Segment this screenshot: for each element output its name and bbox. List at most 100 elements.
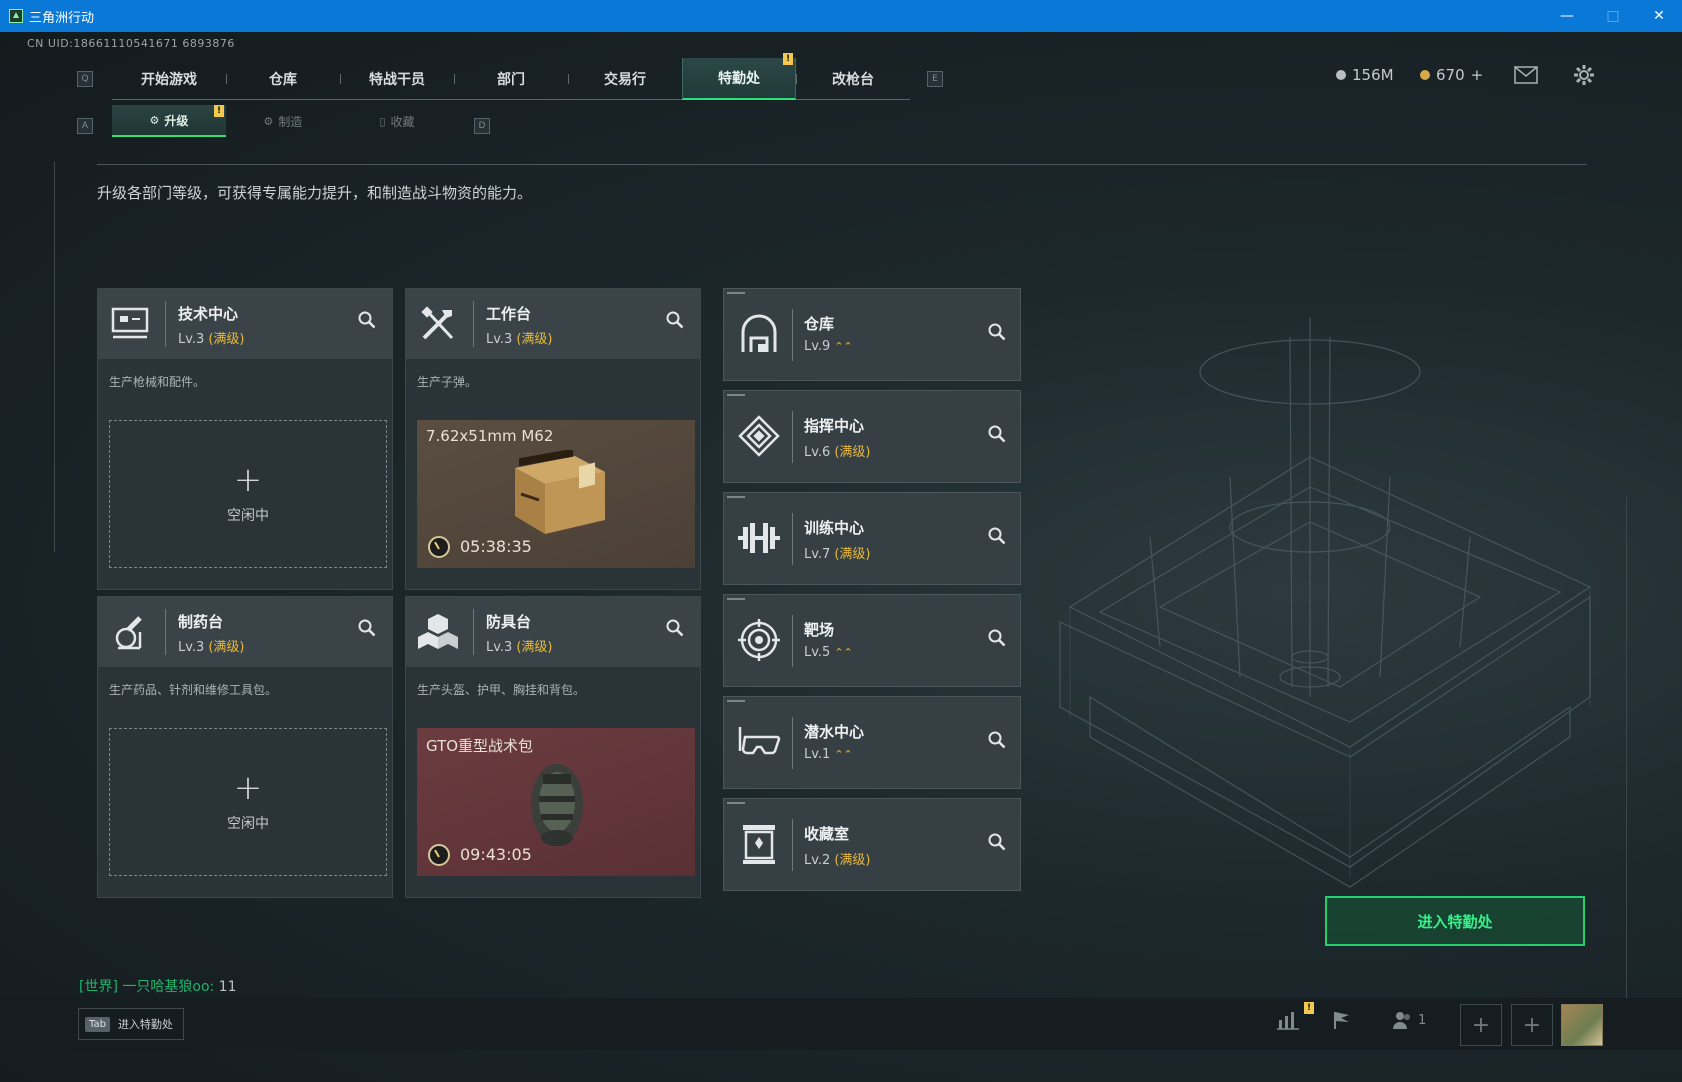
station-description: 生产药品、针剂和维修工具包。 — [109, 683, 278, 697]
chat-message: 11 — [214, 979, 237, 995]
dept-name: 收藏室 — [804, 825, 850, 843]
max-level-tag: (满级) — [208, 640, 245, 655]
idle-slot[interactable]: + 空闲中 — [109, 728, 387, 876]
friends-indicator[interactable]: 1 — [1392, 1010, 1426, 1030]
tab-key: Tab — [85, 1016, 110, 1032]
search-icon[interactable] — [666, 619, 684, 641]
dept-training-center[interactable]: 训练中心 Lv.7 (满级) — [723, 492, 1021, 585]
search-icon[interactable] — [988, 833, 1006, 855]
avatar[interactable] — [1561, 1004, 1603, 1046]
game-viewport: CN UID:18661110541671 6893876 Q 开始游戏 仓库 … — [0, 32, 1682, 1082]
station-description: 生产子弹。 — [417, 375, 478, 389]
tab-hint-label: 进入特勤处 — [117, 1018, 173, 1031]
search-icon[interactable] — [988, 731, 1006, 753]
search-icon[interactable] — [988, 425, 1006, 447]
dept-diving-center[interactable]: 潜水中心 Lv.1 ⌃⌃ — [723, 696, 1021, 789]
nav-prev-key[interactable]: Q — [77, 71, 93, 87]
station-card-tech-center[interactable]: 技术中心 Lv.3 (满级) 生产枪械和配件。 + 空闲中 — [97, 288, 393, 590]
stats-icon[interactable] — [1277, 1010, 1299, 1035]
training-center-icon — [736, 515, 782, 561]
tab-operators[interactable]: 特战干员 — [340, 58, 454, 100]
search-icon[interactable] — [988, 527, 1006, 549]
tab-trading[interactable]: 交易行 — [568, 58, 682, 100]
base-structure-illustration — [1059, 317, 1592, 888]
dept-collection-room[interactable]: 收藏室 Lv.2 (满级) — [723, 798, 1021, 891]
page-description: 升级各部门等级，可获得专属能力提升，和制造战斗物资的能力。 — [97, 184, 533, 202]
dept-warehouse[interactable]: 仓库 Lv.9 ⌃⌃ — [723, 288, 1021, 381]
max-level-tag: (满级) — [834, 547, 871, 562]
dept-level: Lv.9 ⌃⌃ — [804, 339, 853, 354]
add-gold-button[interactable]: + — [1471, 66, 1484, 84]
dept-command-center[interactable]: 指挥中心 Lv.6 (满级) — [723, 390, 1021, 483]
dept-level: Lv.7 (满级) — [804, 543, 871, 562]
station-card-workbench[interactable]: 工作台 Lv.3 (满级) 生产子弹。 7.62x51mm M62 05:38:3… — [405, 288, 701, 590]
idle-slot[interactable]: + 空闲中 — [109, 420, 387, 568]
world-chat[interactable]: [世界] 一只哈基狼oo: 11 — [79, 976, 237, 996]
header-separator — [473, 301, 474, 347]
party-slot-add-button[interactable]: + — [1511, 1004, 1553, 1046]
nav-next-key[interactable]: E — [927, 71, 943, 87]
level-value: Lv.5 — [804, 645, 831, 660]
production-timer: 05:38:35 — [460, 537, 532, 556]
close-button[interactable]: ✕ — [1636, 0, 1682, 32]
subnav-prev-key[interactable]: A — [77, 118, 93, 134]
subtab-upgrade[interactable]: ⚙ 升级 — [112, 105, 226, 137]
station-level: Lv.3 (满级) — [486, 328, 553, 347]
silver-coin-icon — [1336, 70, 1346, 80]
dept-name: 训练中心 — [804, 519, 865, 537]
tab-enter-special-ops-hint[interactable]: Tab 进入特勤处 — [78, 1008, 184, 1040]
silver-currency: 156M — [1336, 66, 1394, 84]
gold-coin-icon — [1420, 70, 1430, 80]
level-value: Lv.3 — [178, 640, 205, 655]
station-card-armor-bench[interactable]: 防具台 Lv.3 (满级) 生产头盔、护甲、胸挂和背包。 GTO重型战术包 09:… — [405, 596, 701, 898]
flag-icon[interactable] — [1332, 1010, 1352, 1035]
friends-icon — [1393, 1012, 1410, 1029]
silver-amount: 156M — [1352, 66, 1394, 84]
production-slot[interactable]: 7.62x51mm M62 05:38:35 — [417, 420, 695, 568]
dept-level: Lv.2 (满级) — [804, 849, 871, 868]
dept-name: 仓库 — [804, 315, 835, 333]
header-separator — [792, 819, 793, 871]
level-value: Lv.3 — [486, 640, 513, 655]
station-name: 技术中心 — [178, 305, 239, 323]
tab-warehouse[interactable]: 仓库 — [226, 58, 340, 100]
header-separator — [792, 411, 793, 463]
subtab-craft[interactable]: ⚙ 制造 — [226, 105, 340, 137]
mail-icon[interactable] — [1514, 66, 1538, 89]
search-icon[interactable] — [988, 323, 1006, 345]
dept-shooting-range[interactable]: 靶场 Lv.5 ⌃⌃ — [723, 594, 1021, 687]
ammo-box-image — [515, 450, 605, 534]
tab-start-game[interactable]: 开始游戏 — [112, 58, 226, 100]
max-level-tag: (满级) — [834, 445, 871, 460]
window-controls: — □ ✕ — [1544, 0, 1682, 32]
subnav-next-key[interactable]: D — [474, 118, 490, 134]
tab-gunsmith[interactable]: 改枪台 — [796, 58, 910, 100]
search-icon[interactable] — [358, 619, 376, 641]
production-slot[interactable]: GTO重型战术包 09:43:05 — [417, 728, 695, 876]
station-card-pharmacy[interactable]: 制药台 Lv.3 (满级) 生产药品、针剂和维修工具包。 + 空闲中 — [97, 596, 393, 898]
enter-special-ops-button[interactable]: 进入特勤处 — [1325, 896, 1585, 946]
dept-name: 靶场 — [804, 621, 835, 639]
subtab-upgrade-label: 升级 — [164, 113, 189, 128]
app-logo-icon — [9, 9, 23, 23]
friends-count: 1 — [1418, 1012, 1427, 1028]
gear-icon[interactable] — [1573, 64, 1595, 91]
maximize-button[interactable]: □ — [1590, 0, 1636, 32]
search-icon[interactable] — [988, 629, 1006, 651]
level-value: Lv.1 — [804, 747, 831, 762]
level-value: Lv.3 — [178, 332, 205, 347]
station-name: 制药台 — [178, 613, 224, 631]
dept-level: Lv.1 ⌃⌃ — [804, 747, 853, 762]
search-icon[interactable] — [358, 311, 376, 333]
station-description: 生产头盔、护甲、胸挂和背包。 — [417, 683, 586, 697]
tab-departments[interactable]: 部门 — [454, 58, 568, 100]
header-separator — [792, 717, 793, 769]
subtab-collection[interactable]: ▯ 收藏 — [340, 105, 454, 137]
max-level-tag: (满级) — [516, 640, 553, 655]
minimize-button[interactable]: — — [1544, 0, 1590, 32]
header-separator — [792, 615, 793, 667]
dept-level: Lv.5 ⌃⌃ — [804, 645, 853, 660]
tab-special-ops[interactable]: 特勤处 — [682, 58, 796, 100]
search-icon[interactable] — [666, 311, 684, 333]
party-slot-add-button[interactable]: + — [1460, 1004, 1502, 1046]
